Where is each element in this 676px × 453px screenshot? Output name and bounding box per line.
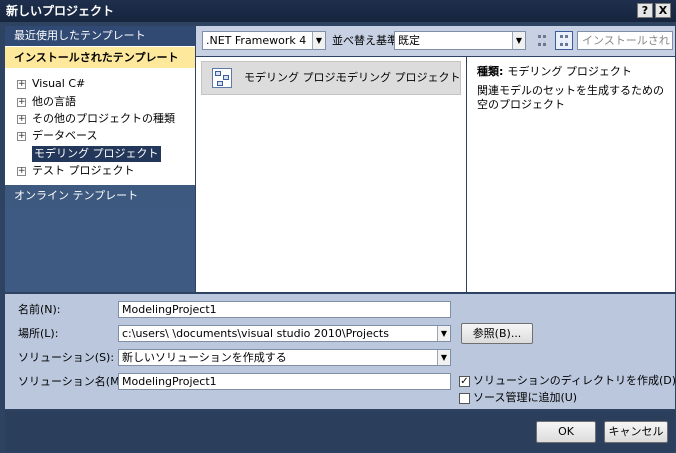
online-templates-header[interactable]: オンライン テンプレート xyxy=(5,185,195,207)
tree-item-database[interactable]: + データベース xyxy=(17,128,97,144)
checkmark-icon[interactable]: ✓ xyxy=(459,375,470,387)
solution-name-field[interactable]: ModelingProject1 xyxy=(118,373,451,390)
template-categories-pane: 最近使用したテンプレート インストールされたテンプレート + Visual C# … xyxy=(5,26,195,292)
expand-icon[interactable]: + xyxy=(17,97,26,107)
source-control-label: ソース管理に追加(U) xyxy=(473,391,578,404)
location-value: c:\users\ \documents\visual studio 2010\… xyxy=(122,327,389,340)
dropdown-arrow-icon[interactable]: ▼ xyxy=(312,32,325,49)
template-item-modeling-project[interactable]: モデリング プロジ... モデリング プロジェクト xyxy=(201,61,461,95)
solution-label: ソリューション(S): xyxy=(18,351,115,364)
solution-name-label: ソリューション名(M): xyxy=(18,375,128,388)
expand-icon[interactable]: + xyxy=(17,166,26,176)
template-list: モデリング プロジ... モデリング プロジェクト xyxy=(196,57,466,292)
location-label: 場所(L): xyxy=(18,327,59,340)
dialog-footer: OK キャンセル xyxy=(5,411,675,451)
framework-value: .NET Framework 4 xyxy=(206,34,307,47)
framework-dropdown[interactable]: .NET Framework 4 ▼ xyxy=(202,31,326,50)
dropdown-arrow-icon[interactable]: ▼ xyxy=(437,326,450,341)
expand-icon[interactable]: + xyxy=(17,114,26,124)
search-input[interactable]: インストールされ xyxy=(577,31,673,50)
tree-item-visual-csharp[interactable]: + Visual C# xyxy=(17,76,85,92)
installed-templates-header[interactable]: インストールされたテンプレート xyxy=(5,47,195,68)
small-icons-view-icon xyxy=(538,35,546,46)
window-title: 新しいプロジェクト xyxy=(6,4,115,18)
name-label: 名前(N): xyxy=(18,303,61,316)
sort-label: 並べ替え基準: xyxy=(332,34,402,47)
source-control-checkbox[interactable]: ソース管理に追加(U) xyxy=(459,391,577,405)
solution-dropdown[interactable]: 新しいソリューションを作成する ▼ xyxy=(118,349,451,366)
dropdown-arrow-icon[interactable]: ▼ xyxy=(512,32,525,49)
location-combo[interactable]: c:\users\ \documents\visual studio 2010\… xyxy=(118,325,451,342)
expand-icon[interactable]: + xyxy=(17,131,26,141)
help-button[interactable]: ? xyxy=(637,3,653,18)
cancel-button[interactable]: キャンセル xyxy=(604,421,668,443)
tree-item-label: Visual C# xyxy=(32,77,86,90)
project-settings-form: 名前(N): ModelingProject1 場所(L): c:\users\… xyxy=(5,294,676,409)
template-type-row: 種類: モデリング プロジェクト xyxy=(477,63,632,79)
name-field[interactable]: ModelingProject1 xyxy=(118,301,451,318)
modeling-project-icon xyxy=(212,68,232,88)
template-name: モデリング プロジ... xyxy=(244,71,346,84)
dropdown-arrow-icon[interactable]: ▼ xyxy=(437,350,450,365)
create-directory-checkbox[interactable]: ✓ ソリューションのディレクトリを作成(D) xyxy=(459,374,676,388)
new-project-dialog: 新しいプロジェクト ? X 最近使用したテンプレート インストールされたテンプレ… xyxy=(0,0,676,453)
tree-item-modeling-project[interactable]: モデリング プロジェクト xyxy=(32,146,161,162)
template-toolbar: .NET Framework 4 ▼ 並べ替え基準: 既定 ▼ インストールされ xyxy=(196,26,675,56)
tree-item-label: その他のプロジェクトの種類 xyxy=(32,112,175,125)
template-type: モデリング プロジェクト xyxy=(336,71,461,84)
type-label: 種類: xyxy=(477,65,504,78)
expand-icon[interactable]: + xyxy=(17,79,26,89)
type-value: モデリング プロジェクト xyxy=(507,65,632,78)
list-view-button[interactable] xyxy=(555,31,573,50)
template-description: 関連モデルのセットを生成するための空のプロジェクト xyxy=(477,84,664,111)
recent-templates-header[interactable]: 最近使用したテンプレート xyxy=(5,26,195,46)
tree-item-label: テスト プロジェクト xyxy=(32,164,135,177)
solution-value: 新しいソリューションを作成する xyxy=(122,351,287,364)
left-pane-filler xyxy=(5,207,195,292)
checkbox-empty-icon[interactable] xyxy=(459,392,470,404)
small-icons-view-button[interactable] xyxy=(533,31,551,50)
browse-button[interactable]: 参照(B)... xyxy=(461,323,533,344)
template-details-pane: 種類: モデリング プロジェクト 関連モデルのセットを生成するための空のプロジェク… xyxy=(467,57,675,292)
list-view-icon xyxy=(560,35,568,46)
sort-dropdown[interactable]: 既定 ▼ xyxy=(394,31,526,50)
sort-value: 既定 xyxy=(398,34,420,47)
tree-item-test-project[interactable]: + テスト プロジェクト xyxy=(17,163,135,179)
tree-item-label: データベース xyxy=(32,129,98,142)
tree-item-other-project-types[interactable]: + その他のプロジェクトの種類 xyxy=(17,111,175,127)
title-bar: 新しいプロジェクト ? X xyxy=(0,0,676,22)
tree-item-label: 他の言語 xyxy=(32,95,76,108)
ok-button[interactable]: OK xyxy=(536,421,596,443)
close-button[interactable]: X xyxy=(655,3,671,18)
tree-item-other-languages[interactable]: + 他の言語 xyxy=(17,94,76,110)
create-directory-label: ソリューションのディレクトリを作成(D) xyxy=(473,374,676,387)
